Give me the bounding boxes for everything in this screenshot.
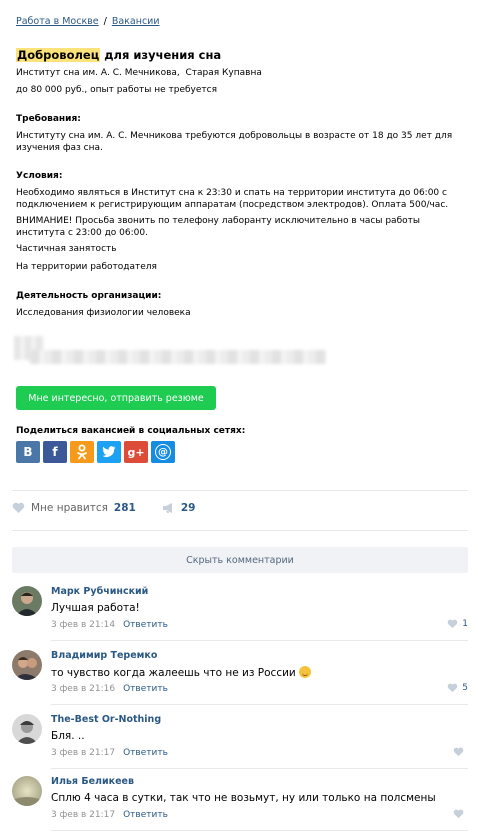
reply-link[interactable]: Ответить [123, 684, 168, 694]
share-count: 29 [180, 502, 196, 514]
comment-text-row: то чувство когда жалеешь что не из Росси… [51, 666, 312, 679]
share-buttons: В f g+ @ [16, 441, 175, 463]
comment-text: Бля. .. [51, 730, 85, 742]
redacted-contact-line [30, 350, 326, 364]
like-label: Мне нравится [31, 502, 108, 514]
comment-date[interactable]: 3 фев в 21:17 [51, 810, 115, 820]
apply-button[interactable]: Мне интересно, отправить резюме [16, 386, 216, 410]
post-actions: Мне нравится 281 29 [12, 502, 195, 514]
share-post-button[interactable]: 29 [162, 502, 196, 514]
comment-meta: 3 фев в 21:17 Ответить [51, 748, 168, 758]
comment: Марк Рубчинский Лучшая работа! 3 фев в 2… [12, 586, 468, 650]
twitter-bird-icon [102, 446, 116, 458]
comment-divider [51, 830, 468, 831]
reply-link[interactable]: Ответить [123, 748, 168, 758]
reply-link[interactable]: Ответить [123, 620, 168, 630]
megaphone-icon [162, 503, 172, 513]
comment-author[interactable]: Марк Рубчинский [51, 586, 148, 597]
salary: до 80 000 руб., опыт работы не требуется [16, 85, 218, 95]
heart-icon [447, 683, 458, 693]
employment-type: Частичная занятость [16, 244, 117, 254]
mail-at-icon: @ [155, 444, 171, 460]
workplace: На территории работодателя [16, 262, 157, 272]
employer-name: Институт сна им. А. С. Мечникова, [16, 68, 180, 78]
comment-date[interactable]: 3 фев в 21:14 [51, 620, 115, 630]
divider [12, 490, 468, 491]
comment-like-button[interactable]: 5 [447, 683, 468, 693]
comment-divider [51, 704, 468, 705]
employer-line: Институт сна им. А. С. Мечникова, Старая… [16, 68, 262, 78]
avatar[interactable] [12, 650, 42, 680]
twitter-share-button[interactable] [97, 441, 121, 463]
avatar[interactable] [12, 586, 42, 616]
hide-comments-button[interactable]: Скрыть комментарии [12, 547, 468, 573]
breadcrumb-separator: / [103, 16, 107, 27]
heart-icon [453, 747, 464, 757]
comment-meta: 3 фев в 21:16 Ответить [51, 684, 168, 694]
title-highlight: Доброволец [16, 48, 101, 62]
odnoklassniki-icon [77, 444, 87, 460]
comment-date[interactable]: 3 фев в 21:17 [51, 748, 115, 758]
comment-like-count: 1 [462, 619, 468, 629]
avatar[interactable] [12, 714, 42, 744]
comment: Илья Беликеев Сплю 4 часа в сутки, так ч… [12, 776, 468, 834]
vk-share-button[interactable]: В [16, 441, 40, 463]
facebook-share-button[interactable]: f [43, 441, 67, 463]
share-label: Поделиться вакансией в социальных сетях: [16, 426, 246, 436]
heart-icon [453, 809, 464, 819]
comment-text: Лучшая работа! [51, 602, 140, 614]
comment-date[interactable]: 3 фев в 21:16 [51, 684, 115, 694]
divider [12, 530, 468, 531]
comment-like-count: 5 [462, 683, 468, 693]
googleplus-share-button[interactable]: g+ [124, 441, 148, 463]
avatar[interactable] [12, 776, 42, 806]
conditions-text-1: Необходимо являться в Институт сна к 23:… [16, 188, 449, 210]
activity-text: Исследования физиологии человека [16, 308, 191, 318]
comment-like-button[interactable]: 1 [447, 619, 468, 629]
laughing-emoji-icon [299, 666, 312, 678]
heart-icon [447, 619, 458, 629]
requirements-heading: Требования: [16, 114, 81, 124]
breadcrumb: Работа в Москве / Вакансии [16, 16, 160, 27]
odnoklassniki-share-button[interactable] [70, 441, 94, 463]
vacancy-title: Доброволец для изучения сна [16, 48, 221, 62]
comment: The-Best Or-Nothing Бля. .. 3 фев в 21:1… [12, 714, 468, 778]
like-button[interactable]: Мне нравится 281 [12, 502, 136, 514]
comment: Владимир Теремко то чувство когда жалееш… [12, 650, 468, 714]
requirements-text: Институту сна им. А. С. Мечникова требую… [16, 131, 453, 153]
heart-icon [12, 502, 25, 513]
activity-heading: Деятельность организации: [16, 291, 162, 301]
breadcrumb-vacancies[interactable]: Вакансии [112, 16, 160, 27]
conditions-heading: Условия: [16, 171, 63, 181]
comment-like-button[interactable] [453, 747, 468, 757]
comment-author[interactable]: The-Best Or-Nothing [51, 714, 161, 725]
employer-location: Старая Купавна [185, 68, 262, 78]
comment-like-button[interactable] [453, 809, 468, 819]
comment-text: то чувство когда жалеешь что не из Росси… [51, 667, 296, 679]
breadcrumb-jobs-moscow[interactable]: Работа в Москве [16, 16, 99, 27]
title-rest: для изучения сна [100, 48, 222, 62]
comment-divider [51, 768, 468, 769]
comment-author[interactable]: Владимир Теремко [51, 650, 157, 661]
comment-meta: 3 фев в 21:14 Ответить [51, 620, 168, 630]
comment-author[interactable]: Илья Беликеев [51, 776, 134, 787]
comment-divider [51, 640, 468, 641]
reply-link[interactable]: Ответить [123, 810, 168, 820]
comment-text: Сплю 4 часа в сутки, так что не возьмут,… [51, 792, 436, 804]
conditions-text-2: ВНИМАНИЕ! Просьба звонить по телефону ла… [16, 216, 420, 238]
mail-share-button[interactable]: @ [151, 441, 175, 463]
like-count: 281 [113, 502, 136, 514]
comment-meta: 3 фев в 21:17 Ответить [51, 810, 168, 820]
